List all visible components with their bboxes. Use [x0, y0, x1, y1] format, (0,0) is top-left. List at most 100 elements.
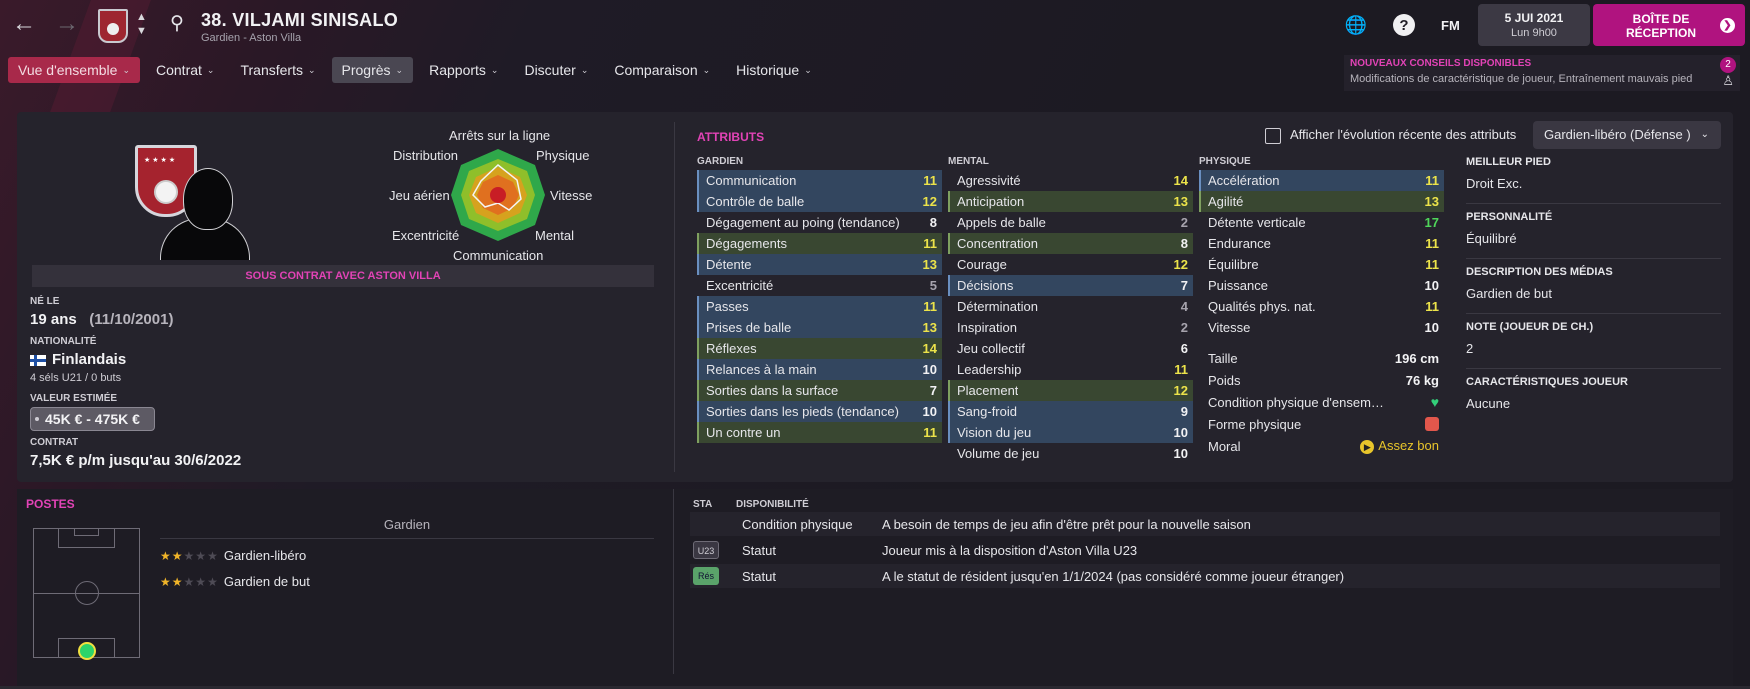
tab-transfers[interactable]: Transferts ⌄ — [230, 57, 325, 83]
attribute-row[interactable]: Dégagements 11 — [697, 233, 942, 254]
attribute-name: Qualités phys. nat. — [1208, 299, 1316, 314]
availability-row[interactable]: Rés Statut A le statut de résident jusqu… — [690, 564, 1720, 588]
attributes-title: ATTRIBUTS — [697, 130, 765, 144]
availability-row[interactable]: Condition physique A besoin de temps de … — [690, 512, 1720, 536]
attribute-row[interactable]: Passes 11 — [697, 296, 942, 317]
form-row[interactable]: Forme physique — [1199, 413, 1444, 435]
attribute-row[interactable]: Un contre un 11 — [697, 422, 942, 443]
attribute-row[interactable]: Endurance 11 — [1199, 233, 1444, 254]
weight-label: Poids — [1208, 372, 1241, 388]
attribute-value: 11 — [1425, 173, 1439, 188]
info-media: DESCRIPTION DES MÉDIAS Gardien de but — [1466, 266, 1726, 301]
attribute-name: Relances à la main — [706, 362, 817, 377]
attribute-value: 10 — [1424, 320, 1439, 335]
forward-arrow-icon[interactable]: → — [55, 12, 79, 36]
attribute-row[interactable]: Puissance 10 — [1199, 275, 1444, 296]
attribute-row[interactable]: Excentricité 5 — [697, 275, 942, 296]
attribute-row[interactable]: Détente 13 — [697, 254, 942, 275]
attribute-value: 11 — [923, 299, 937, 314]
role-select[interactable]: Gardien-libéro (Défense ) ⌄ — [1533, 121, 1721, 149]
attribute-row[interactable]: Vitesse 10 — [1199, 317, 1444, 338]
birth-date: (11/10/2001) — [89, 311, 174, 328]
attribute-row[interactable]: Dégagement au poing (tendance) 8 — [697, 212, 942, 233]
tab-progress[interactable]: Progrès ⌄ — [331, 57, 414, 83]
attribute-row[interactable]: Prises de balle 13 — [697, 317, 942, 338]
attribute-row[interactable]: Jeu collectif 6 — [948, 338, 1193, 359]
advice-notification[interactable]: NOUVEAUX CONSEILS DISPONIBLES Modificati… — [1344, 55, 1740, 91]
attribute-value: 11 — [1174, 362, 1188, 377]
tab-discuss[interactable]: Discuter ⌄ — [514, 57, 598, 83]
traits-value: Aucune — [1466, 396, 1511, 411]
best-foot-label: MEILLEUR PIED — [1466, 156, 1551, 168]
tab-comparison[interactable]: Comparaison ⌄ — [604, 57, 720, 83]
attribute-row[interactable]: Anticipation 13 — [948, 191, 1193, 212]
role-row[interactable]: ★ ★ ★ ★ ★ Gardien de but — [160, 574, 310, 589]
date-button[interactable]: 5 JUI 2021 Lun 9h00 — [1478, 4, 1590, 46]
inbox-button[interactable]: BOÎTE DE RÉCEPTION ❯ — [1593, 4, 1745, 46]
attribute-row[interactable]: Contrôle de balle 12 — [697, 191, 942, 212]
attribute-row[interactable]: Communication 11 — [697, 170, 942, 191]
attribute-value: 13 — [922, 257, 937, 272]
attribute-value: 10 — [922, 362, 937, 377]
show-recent-label[interactable]: Afficher l'évolution récente des attribu… — [1290, 127, 1516, 142]
star-filled-icon: ★ — [171, 548, 183, 563]
attribute-row[interactable]: Détente verticale 17 — [1199, 212, 1444, 233]
estimated-value-badge[interactable]: 45K € - 475K € — [30, 407, 155, 431]
attribute-row[interactable]: Courage 12 — [948, 254, 1193, 275]
attribute-row[interactable]: Équilibre 11 — [1199, 254, 1444, 275]
club-badge-icon[interactable] — [98, 9, 128, 43]
weight-value: 76 kg — [1405, 372, 1439, 388]
attribute-row[interactable]: Concentration 8 — [948, 233, 1193, 254]
attribute-row[interactable]: Relances à la main 10 — [697, 359, 942, 380]
info-personality: PERSONNALITÉ Équilibré — [1466, 211, 1726, 246]
attribute-name: Sorties dans les pieds (tendance) — [706, 404, 899, 419]
attribute-value: 10 — [1173, 425, 1188, 440]
physical-column-head: PHYSIQUE — [1199, 156, 1251, 167]
attribute-row[interactable]: Sorties dans la surface 7 — [697, 380, 942, 401]
attribute-value: 11 — [923, 425, 937, 440]
attribute-name: Endurance — [1208, 236, 1271, 251]
tab-reports[interactable]: Rapports ⌄ — [419, 57, 508, 83]
tab-label: Historique — [736, 62, 800, 78]
availability-type: Condition physique — [742, 516, 853, 532]
tab-history[interactable]: Historique ⌄ — [726, 57, 822, 83]
attribute-value: 5 — [929, 278, 937, 293]
attribute-row[interactable]: Leadership 11 — [948, 359, 1193, 380]
physical-details: Taille 196 cm Poids 76 kg Condition physiq… — [1199, 347, 1444, 457]
condition-row[interactable]: Condition physique d'ensem… ♥ — [1199, 391, 1444, 413]
tab-overview[interactable]: Vue d'ensemble ⌄ — [8, 57, 140, 83]
tab-contract[interactable]: Contrat ⌄ — [146, 57, 224, 83]
back-arrow-icon[interactable]: ← — [12, 12, 36, 36]
player-up-down-icon[interactable]: ▲ ▼ — [136, 10, 147, 38]
search-icon[interactable]: ⚲ — [170, 12, 184, 35]
role-row[interactable]: ★ ★ ★ ★ ★ Gardien-libéro — [160, 548, 306, 563]
globe-icon[interactable]: 🌐 — [1345, 14, 1367, 36]
help-icon[interactable]: ? — [1393, 14, 1415, 36]
player-title: 38. VILJAMI SINISALO — [201, 10, 399, 30]
attribute-row[interactable]: Détermination 4 — [948, 296, 1193, 317]
nationality-value[interactable]: Finlandais — [30, 351, 126, 368]
attribute-row[interactable]: Inspiration 2 — [948, 317, 1193, 338]
attribute-row[interactable]: Décisions 7 — [948, 275, 1193, 296]
morale-text: Assez bon — [1378, 438, 1439, 453]
attribute-row[interactable]: Placement 12 — [948, 380, 1193, 401]
attribute-row[interactable]: Sang-froid 9 — [948, 401, 1193, 422]
chevron-down-icon: ⌄ — [804, 64, 812, 75]
morale-row[interactable]: Moral ▶ Assez bon — [1199, 435, 1444, 457]
attribute-row[interactable]: Agressivité 14 — [948, 170, 1193, 191]
attribute-row[interactable]: Réflexes 14 — [697, 338, 942, 359]
attribute-row[interactable]: Vision du jeu 10 — [948, 422, 1193, 443]
bottom-divider — [673, 489, 674, 674]
attribute-row[interactable]: Sorties dans les pieds (tendance) 10 — [697, 401, 942, 422]
availability-column-head: DISPONIBILITÉ — [736, 499, 809, 510]
attribute-row[interactable]: Volume de jeu 10 — [948, 443, 1193, 464]
attribute-row[interactable]: Agilité 13 — [1199, 191, 1444, 212]
attribute-row[interactable]: Appels de balle 2 — [948, 212, 1193, 233]
attribute-row[interactable]: Accélération 11 — [1199, 170, 1444, 191]
pitch-top-six — [74, 528, 99, 536]
fm-logo[interactable]: FM — [1441, 18, 1460, 33]
show-recent-checkbox[interactable] — [1265, 128, 1281, 144]
availability-row[interactable]: U23 Statut Joueur mis à la disposition d… — [690, 538, 1720, 562]
chevron-down-icon: ⌄ — [307, 64, 316, 75]
attribute-row[interactable]: Qualités phys. nat. 11 — [1199, 296, 1444, 317]
